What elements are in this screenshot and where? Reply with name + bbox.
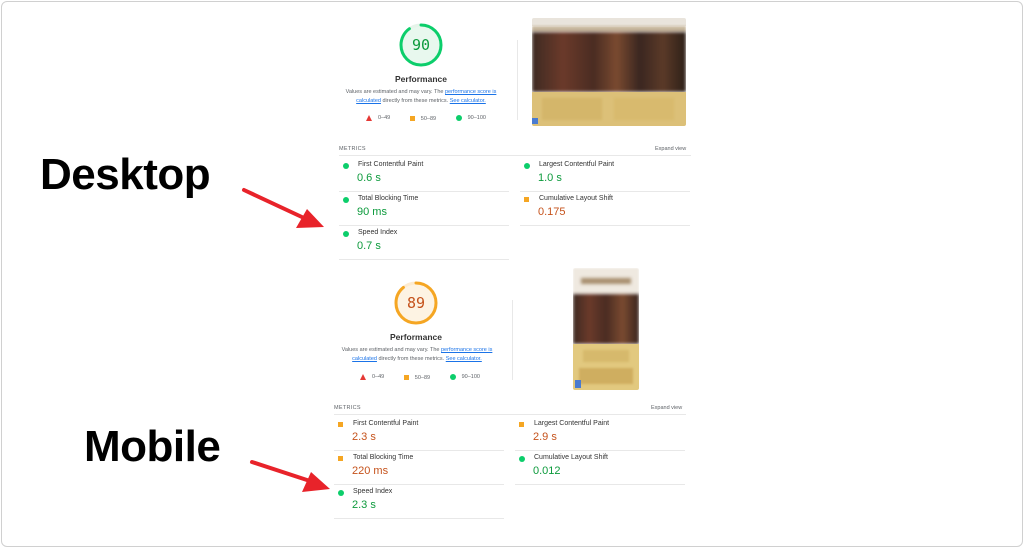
desktop-page-screenshot (532, 18, 686, 126)
metric-value: 2.9 s (533, 431, 557, 443)
average-square-icon (338, 422, 343, 427)
desktop-performance-title: Performance (395, 74, 447, 84)
metric-divider (520, 225, 690, 226)
legend-average-label: 50–89 (420, 115, 437, 122)
good-circle-icon (343, 163, 349, 169)
desktop-metrics-divider (339, 155, 691, 156)
average-square-icon (403, 375, 409, 380)
legend-good: 90–100 (449, 374, 480, 380)
legend-average: 50–89 (409, 115, 437, 122)
legend-good: 90–100 (455, 115, 486, 121)
metric-item: Speed Index 2.3 s (334, 485, 504, 519)
metric-item: Speed Index 0.7 s (339, 226, 509, 260)
metric-value: 2.3 s (352, 499, 376, 511)
desktop-score-value: 90 (411, 36, 431, 54)
mobile-performance-note: Values are estimated and may vary. The p… (336, 346, 498, 364)
mobile-score-gauge: 89 (393, 280, 439, 326)
metric-name: Total Blocking Time (353, 454, 414, 461)
desktop-expand-view-link[interactable]: Expand view (655, 146, 686, 152)
metric-value: 0.7 s (357, 240, 381, 252)
metric-name: Largest Contentful Paint (539, 161, 615, 168)
metric-name: First Contentful Paint (353, 420, 419, 427)
mobile-annotation-label: Mobile (84, 422, 221, 471)
good-circle-icon (343, 231, 349, 237)
metric-divider (339, 259, 509, 260)
metric-item: Cumulative Layout Shift 0.175 (520, 192, 690, 226)
good-circle-icon (455, 115, 462, 121)
metric-item: Total Blocking Time 90 ms (339, 192, 509, 226)
metric-name: Cumulative Layout Shift (539, 195, 613, 202)
note-text: Values are estimated and may vary. The (341, 347, 441, 353)
metric-name: Total Blocking Time (358, 195, 419, 202)
see-calculator-link[interactable]: See calculator. (450, 98, 486, 104)
desktop-score-gauge: 90 (398, 22, 444, 68)
poor-triangle-icon (360, 374, 366, 380)
metric-value: 0.012 (533, 465, 561, 477)
desktop-performance-note: Values are estimated and may vary. The p… (340, 88, 502, 106)
mobile-divider (512, 300, 513, 380)
mobile-metrics-label: METRICS (334, 405, 361, 411)
legend-average: 50–89 (403, 374, 431, 381)
metric-value: 1.0 s (538, 172, 562, 184)
average-square-icon (519, 422, 524, 427)
note-text: directly from these metrics. (376, 356, 446, 362)
desktop-legend: 0–49 50–89 90–100 (366, 115, 504, 123)
legend-poor: 0–49 (366, 115, 390, 121)
mobile-expand-view-link[interactable]: Expand view (651, 405, 682, 411)
metric-value: 0.6 s (357, 172, 381, 184)
metric-item: Cumulative Layout Shift 0.012 (515, 451, 685, 485)
desktop-metrics-label: METRICS (339, 146, 366, 152)
mobile-red-arrow (250, 460, 330, 492)
metric-item: First Contentful Paint 0.6 s (339, 158, 509, 192)
legend-poor-label: 0–49 (372, 374, 385, 380)
metric-item: Largest Contentful Paint 2.9 s (515, 417, 685, 451)
average-square-icon (409, 116, 415, 121)
mobile-score-value: 89 (406, 294, 426, 312)
note-text: directly from these metrics. (380, 98, 450, 104)
metric-item: First Contentful Paint 2.3 s (334, 417, 504, 451)
mobile-legend: 0–49 50–89 90–100 (360, 374, 498, 382)
good-circle-icon (524, 163, 530, 169)
metric-item: Total Blocking Time 220 ms (334, 451, 504, 485)
desktop-annotation-label: Desktop (40, 150, 211, 199)
good-circle-icon (449, 374, 456, 380)
metric-name: Speed Index (358, 229, 398, 236)
poor-triangle-icon (366, 115, 372, 121)
average-square-icon (338, 456, 343, 461)
mobile-page-screenshot (573, 268, 639, 390)
legend-poor: 0–49 (360, 374, 384, 380)
metric-value: 2.3 s (352, 431, 376, 443)
metric-name: Speed Index (353, 488, 393, 495)
legend-good-label: 90–100 (467, 115, 486, 121)
legend-poor-label: 0–49 (378, 115, 391, 121)
legend-good-label: 90–100 (461, 374, 480, 380)
mobile-metrics-divider (334, 414, 686, 415)
metric-name: Cumulative Layout Shift (534, 454, 608, 461)
mobile-performance-title: Performance (390, 332, 442, 342)
good-circle-icon (519, 456, 525, 462)
metric-name: Largest Contentful Paint (534, 420, 610, 427)
average-square-icon (524, 197, 529, 202)
good-circle-icon (343, 197, 349, 203)
metric-name: First Contentful Paint (358, 161, 424, 168)
good-circle-icon (338, 490, 344, 496)
legend-average-label: 50–89 (414, 374, 431, 381)
metric-value: 220 ms (352, 465, 389, 477)
see-calculator-link[interactable]: See calculator. (446, 356, 482, 362)
note-text: Values are estimated and may vary. The (345, 89, 445, 95)
desktop-red-arrow (242, 188, 324, 228)
metric-divider (334, 518, 504, 519)
metric-value: 0.175 (538, 206, 566, 218)
metric-divider (515, 484, 685, 485)
desktop-divider (517, 40, 518, 120)
metric-value: 90 ms (357, 206, 387, 218)
metric-item: Largest Contentful Paint 1.0 s (520, 158, 690, 192)
